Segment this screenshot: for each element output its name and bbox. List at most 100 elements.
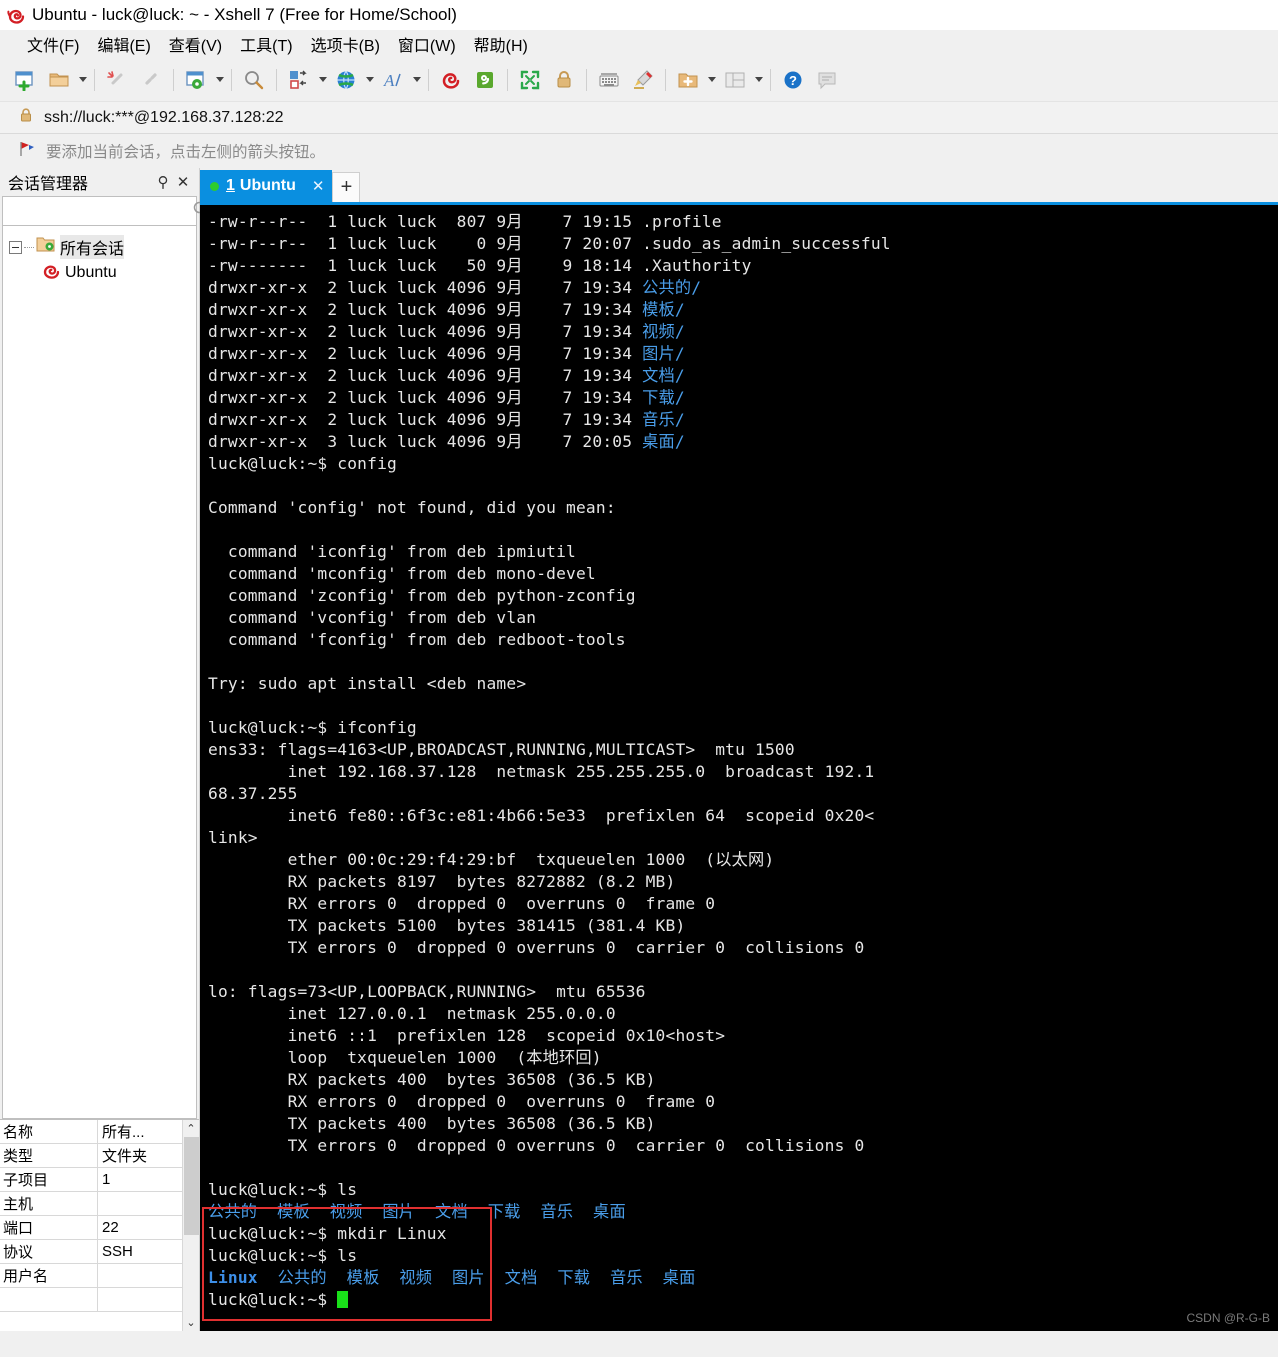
session-properties-icon[interactable] — [179, 63, 213, 97]
notice-bar: 要添加当前会话，点击左侧的箭头按钮。 — [0, 134, 1278, 168]
terminal-output[interactable]: -rw-r--r-- 1 luck luck 807 9月 7 19:15 .p… — [200, 205, 1278, 1331]
terminal-text: TX packets 5100 bytes 381415 (381.4 KB) — [208, 916, 686, 935]
xshell-icon[interactable] — [434, 63, 468, 97]
toolbar-separator — [507, 68, 508, 91]
property-value: 文件夹 — [102, 1148, 148, 1165]
directory-name: 桌面/ — [642, 432, 685, 451]
terminal-line: luck@luck:~$ ls — [208, 1179, 1278, 1201]
terminal-line: command 'mconfig' from deb mono-devel — [208, 563, 1278, 585]
terminal-text: inet 127.0.0.1 netmask 255.0.0.0 — [208, 1004, 616, 1023]
help-icon[interactable]: ? — [776, 63, 810, 97]
globe-dropdown-icon[interactable] — [363, 63, 376, 97]
transfer-file-dropdown-icon[interactable] — [316, 63, 329, 97]
properties-scrollbar[interactable]: ⌃ ⌄ — [182, 1120, 199, 1331]
scrollbar-thumb[interactable] — [183, 1137, 199, 1235]
terminal-text: RX packets 8197 bytes 8272882 (8.2 MB) — [208, 872, 676, 891]
directory-name: 视频/ — [642, 322, 685, 341]
terminal-text: link> — [208, 828, 258, 847]
menu-view[interactable]: 查看(V) — [160, 30, 231, 58]
terminal-line: luck@luck:~$ config — [208, 453, 1278, 475]
menu-edit[interactable]: 编辑(E) — [88, 30, 159, 58]
new-tab-button[interactable]: + — [332, 172, 361, 202]
new-session-icon[interactable] — [8, 63, 42, 97]
layout-dropdown-icon[interactable] — [752, 63, 765, 97]
fullscreen-icon[interactable] — [513, 63, 547, 97]
menu-file[interactable]: 文件(F) — [18, 30, 88, 58]
tree-node-all-sessions[interactable]: 所有会话 — [3, 234, 196, 260]
terminal-text: 68.37.255 — [208, 784, 298, 803]
session-search-box[interactable] — [2, 196, 209, 226]
font-icon[interactable]: A — [376, 63, 410, 97]
terminal-text: loop txqueuelen 1000 (本地环回) — [208, 1048, 602, 1067]
terminal-line: -rw-r--r-- 1 luck luck 807 9月 7 19:15 .p… — [208, 211, 1278, 233]
highlight-icon[interactable] — [626, 63, 660, 97]
property-row: 子项目 1 — [0, 1168, 182, 1192]
terminal-text: luck@luck:~$ ifconfig — [208, 718, 417, 737]
property-key: 类型 — [0, 1144, 98, 1167]
tree-label-all-sessions: 所有会话 — [60, 235, 125, 259]
close-icon[interactable]: ✕ — [173, 172, 193, 192]
window-title: Ubuntu - luck@luck: ~ - Xshell 7 (Free f… — [32, 4, 457, 24]
directory-name-bold: Linux — [208, 1268, 278, 1287]
session-manager-title: 会话管理器 — [8, 176, 89, 193]
toolbar-separator — [173, 68, 174, 91]
address-bar[interactable]: ssh://luck:***@192.168.37.128:22 — [0, 102, 1278, 134]
pin-icon[interactable]: ⚲ — [153, 172, 173, 192]
session-search-input[interactable] — [3, 198, 192, 224]
lock-icon[interactable] — [547, 63, 581, 97]
keyboard-icon[interactable] — [592, 63, 626, 97]
globe-icon[interactable] — [329, 63, 363, 97]
font-dropdown-icon[interactable] — [410, 63, 423, 97]
terminal-line: Try: sudo apt install <deb name> — [208, 673, 1278, 695]
terminal-line: command 'iconfig' from deb ipmiutil — [208, 541, 1278, 563]
session-properties-table: 名称 所有... 类型 文件夹 子项目 1 主机 端口 22 协议 SSH 用户… — [0, 1119, 199, 1331]
scroll-up-icon[interactable]: ⌃ — [183, 1120, 200, 1137]
xftp-icon[interactable] — [468, 63, 502, 97]
title-bar: Ubuntu - luck@luck: ~ - Xshell 7 (Free f… — [0, 0, 1278, 30]
scroll-down-icon[interactable]: ⌄ — [183, 1314, 200, 1331]
terminal-line: -rw-r--r-- 1 luck luck 0 9月 7 20:07 .sud… — [208, 233, 1278, 255]
collapse-toggle-icon[interactable] — [9, 240, 22, 254]
close-icon[interactable]: ✕ — [312, 177, 325, 195]
terminal-line: luck@luck:~$ ifconfig — [208, 717, 1278, 739]
terminal-line: drwxr-xr-x 2 luck luck 4096 9月 7 19:34 文… — [208, 365, 1278, 387]
search-icon[interactable] — [237, 63, 271, 97]
terminal-text: drwxr-xr-x 2 luck luck 4096 9月 7 19:34 — [208, 322, 643, 341]
address-url[interactable]: ssh://luck:***@192.168.37.128:22 — [44, 109, 284, 127]
property-key: 名称 — [0, 1120, 98, 1143]
toolbar-separator — [770, 68, 771, 91]
open-folder-dropdown-icon[interactable] — [76, 63, 89, 97]
menu-window[interactable]: 窗口(W) — [389, 30, 465, 58]
terminal-text: command 'zconfig' from deb python-zconfi… — [208, 586, 636, 605]
terminal-line: link> — [208, 827, 1278, 849]
transfer-file-icon[interactable] — [282, 63, 316, 97]
property-value: SSH — [102, 1243, 133, 1260]
session-properties-dropdown-icon[interactable] — [213, 63, 226, 97]
tree-node-ubuntu[interactable]: Ubuntu — [3, 260, 196, 286]
menu-tabs[interactable]: 选项卡(B) — [302, 30, 389, 58]
terminal-line: inet6 ::1 prefixlen 128 scopeid 0x10<hos… — [208, 1025, 1278, 1047]
open-folder-icon[interactable] — [42, 63, 76, 97]
terminal-line: drwxr-xr-x 2 luck luck 4096 9月 7 19:34 视… — [208, 321, 1278, 343]
terminal-line: RX errors 0 dropped 0 overruns 0 frame 0 — [208, 893, 1278, 915]
menu-tools[interactable]: 工具(T) — [231, 30, 301, 58]
tab-ubuntu[interactable]: 1 Ubuntu ✕ — [200, 170, 333, 202]
session-manager-panel: 会话管理器 ⚲ ✕ 所有会话 Ubuntu 名称 所有... 类型 文件夹 子项… — [0, 168, 209, 1331]
tree-label-ubuntu: Ubuntu — [65, 264, 117, 281]
terminal-text: ens33: flags=4163<UP,BROADCAST,RUNNING,M… — [208, 740, 795, 759]
xshell-snail-icon — [6, 5, 26, 25]
property-value — [98, 1192, 182, 1215]
terminal-text: TX errors 0 dropped 0 overruns 0 carrier… — [208, 1136, 865, 1155]
toolbar: A ? — [0, 58, 1278, 102]
terminal-text: RX errors 0 dropped 0 overruns 0 frame 0 — [208, 894, 716, 913]
terminal-text: command 'iconfig' from deb ipmiutil — [208, 542, 576, 561]
new-folder-icon[interactable] — [671, 63, 705, 97]
terminal-line: ens33: flags=4163<UP,BROADCAST,RUNNING,M… — [208, 739, 1278, 761]
menu-help[interactable]: 帮助(H) — [465, 30, 537, 58]
property-row: 端口 22 — [0, 1216, 182, 1240]
toolbar-separator — [94, 68, 95, 91]
scrollbar-track[interactable] — [184, 1235, 199, 1314]
directory-name: 文档/ — [642, 366, 685, 385]
lock-icon — [18, 107, 34, 128]
new-folder-dropdown-icon[interactable] — [705, 63, 718, 97]
